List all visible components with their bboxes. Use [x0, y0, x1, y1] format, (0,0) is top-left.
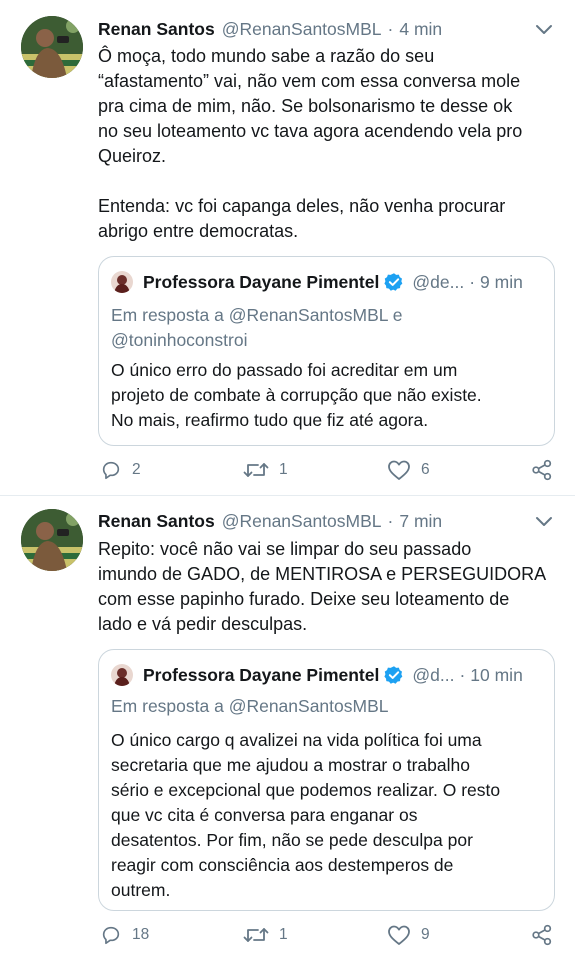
- separator: ·: [387, 511, 394, 531]
- avatar[interactable]: [21, 16, 83, 78]
- like-count: 6: [421, 461, 430, 478]
- quoted-author-handle: @de...: [412, 271, 465, 292]
- timestamp[interactable]: 7 min: [399, 511, 442, 532]
- tweet-header: Renan Santos @RenanSantosMBL · 4 min: [98, 19, 442, 45]
- quoted-author-handle: @d...: [412, 664, 455, 685]
- quoted-tweet[interactable]: Professora Dayane Pimentel @d... · 10 mi…: [98, 649, 555, 911]
- quoted-tweet-text: O único erro do passado foi acreditar em…: [111, 360, 482, 430]
- retweet-button[interactable]: 1: [243, 459, 288, 481]
- quoted-author-name: Professora Dayane Pimentel: [143, 271, 380, 292]
- reply-context: Em resposta a @RenanSantosMBL e @toninho…: [111, 305, 403, 350]
- reply-button[interactable]: 2: [100, 459, 141, 481]
- retweet-icon: [243, 928, 269, 942]
- quoted-tweet[interactable]: Professora Dayane Pimentel @de... · 9 mi…: [98, 256, 555, 446]
- tweet-actions: 2 1 6: [0, 456, 575, 486]
- separator: ·: [469, 271, 476, 292]
- quoted-timestamp: 9 min: [480, 271, 523, 292]
- reply-count: 2: [132, 461, 141, 478]
- tweet-text: Ô moça, todo mundo sabe a razão do seu “…: [98, 46, 523, 241]
- like-button[interactable]: 6: [387, 459, 430, 481]
- like-count: 9: [421, 926, 430, 943]
- author-handle[interactable]: @RenanSantosMBL: [222, 19, 382, 40]
- retweet-count: 1: [279, 926, 288, 943]
- quoted-tweet-header: Professora Dayane Pimentel @de... · 9 mi…: [111, 269, 523, 295]
- share-button[interactable]: [531, 459, 553, 481]
- quoted-avatar-image: [111, 664, 133, 686]
- chevron-down-icon[interactable]: [533, 18, 555, 40]
- author-handle[interactable]: @RenanSantosMBL: [222, 511, 382, 532]
- retweet-count: 1: [279, 461, 288, 478]
- chevron-down-icon[interactable]: [533, 510, 555, 532]
- reply-count: 18: [132, 926, 150, 943]
- quoted-author-name: Professora Dayane Pimentel: [143, 664, 380, 685]
- tweet-actions: 18 1 9: [0, 921, 575, 951]
- quoted-tweet-header: Professora Dayane Pimentel @d... · 10 mi…: [111, 662, 523, 688]
- verified-badge-icon: [384, 666, 403, 684]
- share-button[interactable]: [531, 924, 553, 946]
- quoted-timestamp: 10 min: [470, 664, 523, 685]
- share-icon: [532, 924, 552, 946]
- retweet-icon: [243, 463, 269, 477]
- reply-button[interactable]: 18: [100, 924, 149, 946]
- separator: ·: [459, 664, 466, 685]
- tweet-1[interactable]: Renan Santos @RenanSantosMBL · 4 min Ô m…: [0, 0, 575, 495]
- quoted-avatar: [111, 271, 133, 293]
- author-name[interactable]: Renan Santos: [98, 511, 215, 532]
- tweet-header: Renan Santos @RenanSantosMBL · 7 min: [98, 511, 442, 537]
- quoted-avatar: [111, 664, 133, 686]
- quoted-avatar-image: [111, 271, 133, 293]
- reply-icon: [102, 461, 120, 480]
- heart-icon: [388, 460, 410, 480]
- quoted-tweet-text: O único cargo q avalizei na vida polític…: [111, 730, 501, 900]
- reply-icon: [102, 926, 120, 945]
- share-icon: [532, 459, 552, 481]
- avatar-image: [21, 509, 83, 571]
- avatar[interactable]: [21, 509, 83, 571]
- heart-icon: [388, 925, 410, 945]
- timestamp[interactable]: 4 min: [399, 19, 442, 40]
- separator: ·: [387, 19, 394, 39]
- like-button[interactable]: 9: [387, 924, 430, 946]
- retweet-button[interactable]: 1: [243, 924, 288, 946]
- author-name[interactable]: Renan Santos: [98, 19, 215, 40]
- tweet-text: Repito: você não vai se limpar do seu pa…: [98, 539, 547, 634]
- verified-badge-icon: [384, 273, 403, 291]
- tweet-2[interactable]: Renan Santos @RenanSantosMBL · 7 min Rep…: [0, 496, 575, 960]
- avatar-image: [21, 16, 83, 78]
- reply-context: Em resposta a @RenanSantosMBL: [111, 696, 389, 716]
